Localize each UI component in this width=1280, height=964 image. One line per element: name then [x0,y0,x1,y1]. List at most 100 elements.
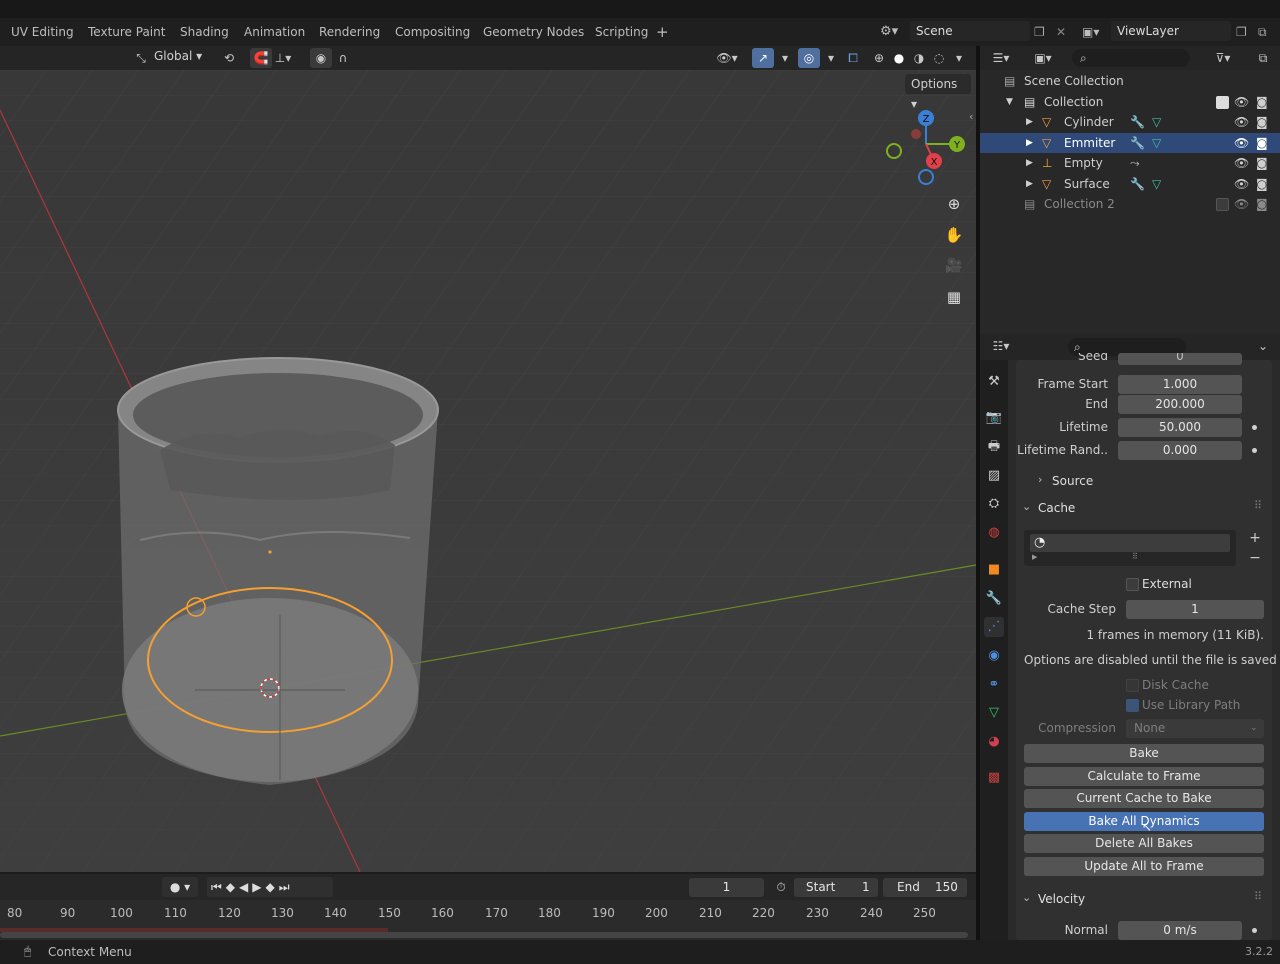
modifier-wrench-icon[interactable]: 🔧 [1130,174,1145,194]
pan-hand-icon[interactable]: ✋ [942,223,966,247]
render-camera-icon[interactable]: ◙ [1256,92,1268,112]
gizmo-dropdown-icon[interactable]: ▾ [774,48,796,68]
record-icon[interactable]: ● ▾ [162,877,198,897]
tab-compositing[interactable]: Compositing [395,18,470,46]
disk-cache-checkbox[interactable] [1126,679,1139,692]
output-tab-icon[interactable]: 🖶 [984,437,1004,457]
3d-viewport[interactable]: Options ▾ ‹ Z Y X ⊕ ✋ 🎥 ▦ [0,70,976,872]
timeline-ruler[interactable]: 80 90 100 110 120 130 140 150 160 170 18… [0,900,976,940]
editor-type-icon[interactable]: ☰▾ [990,48,1012,68]
perspective-grid-icon[interactable]: ▦ [942,285,966,309]
outliner-collection-2[interactable]: ▤ Collection 2 👁 ◙ [980,194,1280,214]
expand-list-icon[interactable]: ▶ [1032,553,1037,561]
tab-uv-editing[interactable]: UV Editing [11,18,74,46]
eye-icon[interactable]: 👁 [1234,153,1249,173]
current-frame-field[interactable]: 1 [689,878,764,897]
visibility-icon[interactable]: 👁▾ [716,48,738,68]
snap-icon[interactable]: 🧲 [250,48,272,68]
outliner-item-cylinder[interactable]: ▶ ▽ Cylinder 🔧 ▽ 👁 ◙ [980,112,1280,132]
add-cache-icon[interactable]: + [1247,530,1263,546]
end-frame-field[interactable]: End 150 [883,878,967,897]
scene-selector[interactable]: Scene [910,21,1030,41]
shading-dropdown-icon[interactable]: ▾ [948,48,970,68]
zoom-icon[interactable]: ⊕ [942,192,966,216]
point-cache-list[interactable]: ◔ ▶ ⠿ [1024,530,1236,566]
copy-viewlayer-icon[interactable]: ❐ [1236,18,1247,46]
seed-field[interactable]: 0 [1118,353,1242,365]
external-checkbox[interactable] [1126,578,1139,591]
data-tab-icon[interactable]: ▽ [984,703,1004,723]
mesh-data-icon[interactable]: ▽ [1152,174,1161,194]
lifetime-field[interactable]: 50.000 [1118,418,1242,437]
point-cache-item[interactable]: ◔ [1030,534,1230,552]
proportional-edit-icon[interactable]: ◉ [310,48,332,68]
camera-icon[interactable]: 🎥 [942,254,966,278]
outliner-search-input[interactable]: ⌕ [1072,49,1190,67]
render-camera-icon[interactable]: ◙ [1256,174,1268,194]
collection-checkbox[interactable] [1216,96,1229,109]
velocity-panel-header[interactable]: ⌄ Velocity ⠿ [1016,888,1272,910]
render-camera-icon[interactable]: ◙ [1256,194,1268,214]
solid-shading-icon[interactable]: ● [888,48,910,68]
plus-icon[interactable]: + [656,18,669,46]
disclosure-closed-icon[interactable]: ▶ [1026,174,1033,194]
collection-2-checkbox[interactable] [1216,198,1229,211]
material-shading-icon[interactable]: ◑ [908,48,930,68]
normal-velocity-field[interactable]: 0 m/s [1118,921,1242,940]
filter-icon[interactable]: ⊽▾ [1212,48,1234,68]
outliner-collection[interactable]: ▼ ▤ Collection 👁 ◙ [980,92,1280,112]
display-mode-icon[interactable]: ▣▾ [1032,48,1054,68]
tab-texture-paint[interactable]: Texture Paint [88,18,165,46]
use-library-path-checkbox[interactable] [1126,699,1139,712]
source-subpanel[interactable]: › Source [1016,471,1272,491]
render-camera-icon[interactable]: ◙ [1256,133,1268,153]
remove-cache-icon[interactable]: − [1247,550,1263,566]
eye-icon[interactable]: 👁 [1234,174,1249,194]
eye-icon[interactable]: 👁 [1234,112,1249,132]
mesh-data-icon[interactable]: ▽ [1152,112,1161,132]
cylinder-object[interactable] [117,357,439,785]
drag-handle-icon[interactable]: ⠿ [1254,890,1262,903]
delete-all-bakes-button[interactable]: Delete All Bakes [1024,834,1264,853]
tool-tab-icon[interactable]: ⚒ [984,372,1004,392]
eye-icon[interactable]: 👁 [1234,133,1249,153]
constraint-icon[interactable]: ⤳ [1130,153,1140,173]
stopwatch-icon[interactable]: ⏱ [769,878,793,897]
mesh-data-icon[interactable]: ▽ [1152,133,1161,153]
render-camera-icon[interactable]: ◙ [1256,153,1268,173]
disclosure-closed-icon[interactable]: ▶ [1026,133,1033,153]
options-dropdown[interactable]: Options ▾ [905,74,971,111]
tab-rendering[interactable]: Rendering [319,18,380,46]
tab-shading[interactable]: Shading [180,18,229,46]
rendered-shading-icon[interactable]: ◌ [928,48,950,68]
timeline-scrollbar[interactable] [0,932,968,938]
modifier-tab-icon[interactable]: 🔧 [984,589,1004,609]
physics-tab-icon[interactable]: ◉ [984,646,1004,666]
chevron-down-icon[interactable]: ⌄ [1252,336,1274,356]
object-tab-icon[interactable]: ■ [984,560,1004,580]
gizmo-neg-z[interactable] [918,169,934,185]
outliner-item-empty[interactable]: ▶ ⊥ Empty ⤳ 👁 ◙ [980,153,1280,173]
list-resize-handle[interactable]: ⠿ [1132,552,1138,561]
overlay-dropdown-icon[interactable]: ▾ [820,48,842,68]
viewlayer-icon[interactable]: ▣▾ [1082,18,1099,46]
material-tab-icon[interactable]: ◕ [984,732,1004,752]
lifetime-random-field[interactable]: 0.000 [1118,441,1242,460]
outliner-item-surface[interactable]: ▶ ▽ Surface 🔧 ▽ 👁 ◙ [980,174,1280,194]
close-icon[interactable]: ✕ [1056,18,1066,46]
bake-button[interactable]: Bake [1024,744,1264,763]
falloff-icon[interactable]: ∩ [332,48,354,68]
tab-geometry-nodes[interactable]: Geometry Nodes [483,18,584,46]
texture-tab-icon[interactable]: ▩ [984,768,1004,788]
start-frame-field[interactable]: Start 1 [794,878,878,897]
particles-tab-icon[interactable]: ⋰ [984,617,1004,637]
outliner-scene-collection[interactable]: ▤ Scene Collection [980,71,1280,91]
cache-step-field[interactable]: 1 [1126,600,1264,619]
disclosure-open-icon[interactable]: ▼ [1006,92,1013,112]
drag-handle-icon[interactable]: ⠿ [1254,499,1262,512]
tab-scripting[interactable]: Scripting [595,18,648,46]
eye-icon[interactable]: 👁 [1234,194,1249,214]
playback-controls[interactable]: ⏮◆◀▶◆⏭ [207,877,333,897]
render-tab-icon[interactable]: 📷 [984,408,1004,428]
calculate-to-frame-button[interactable]: Calculate to Frame [1024,767,1264,786]
